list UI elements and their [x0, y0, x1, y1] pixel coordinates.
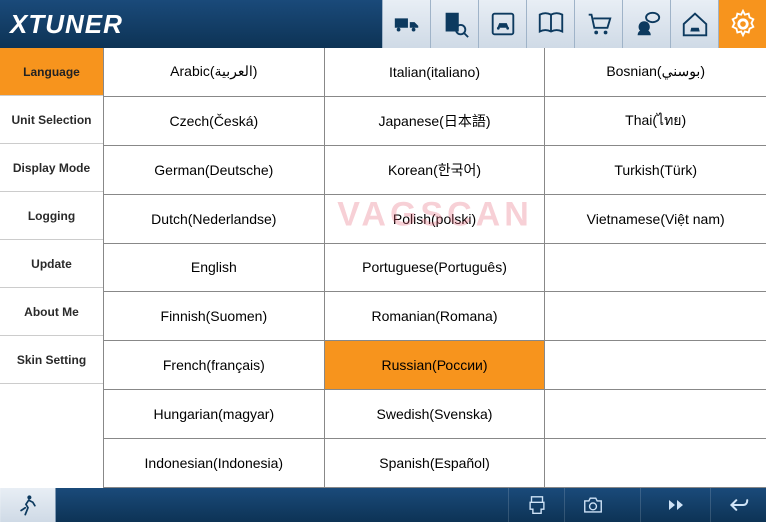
sidebar-item-language[interactable]: Language	[0, 48, 103, 96]
language-option[interactable]: Arabic(العربية)	[104, 48, 325, 97]
language-cell-empty	[545, 292, 766, 341]
footer-right	[508, 488, 766, 522]
language-option[interactable]: Hungarian(magyar)	[104, 390, 325, 439]
book-icon	[536, 9, 566, 39]
language-option[interactable]: Japanese(日本語)	[325, 97, 546, 146]
main-body: Language Unit Selection Display Mode Log…	[0, 48, 766, 488]
toolbar-truck[interactable]	[382, 0, 430, 48]
truck-icon	[392, 9, 422, 39]
footer-print-button[interactable]	[508, 488, 564, 522]
logo-text: XTUNER	[10, 9, 123, 40]
language-option[interactable]: Bosnian(بوسني)	[545, 48, 766, 97]
language-option[interactable]: Russian(России)	[325, 341, 546, 390]
cart-icon	[584, 9, 614, 39]
language-option[interactable]: Korean(한국어)	[325, 146, 546, 195]
sidebar: Language Unit Selection Display Mode Log…	[0, 48, 104, 488]
language-option[interactable]: Polish(polski)	[325, 195, 546, 244]
sidebar-item-unit-selection[interactable]: Unit Selection	[0, 96, 103, 144]
camera-icon	[581, 494, 605, 516]
footer-camera-button[interactable]	[564, 488, 620, 522]
sidebar-item-logging[interactable]: Logging	[0, 192, 103, 240]
header: XTUNER	[0, 0, 766, 48]
language-option[interactable]: Thai(ไทย)	[545, 97, 766, 146]
language-option[interactable]: Czech(Česká)	[104, 97, 325, 146]
language-option[interactable]: Italian(italiano)	[325, 48, 546, 97]
diag-search-icon	[440, 9, 470, 39]
language-cell-empty	[545, 439, 766, 488]
toolbar-home[interactable]	[670, 0, 718, 48]
feedback-icon	[632, 9, 662, 39]
language-cell-empty	[545, 244, 766, 293]
language-option[interactable]: Finnish(Suomen)	[104, 292, 325, 341]
app-logo: XTUNER	[10, 9, 123, 40]
toolbar-car-doc[interactable]	[478, 0, 526, 48]
language-option[interactable]: Dutch(Nederlandse)	[104, 195, 325, 244]
language-option[interactable]: Romanian(Romana)	[325, 292, 546, 341]
settings-icon	[728, 9, 758, 39]
language-option[interactable]: German(Deutsche)	[104, 146, 325, 195]
language-cell-empty	[545, 341, 766, 390]
run-icon	[16, 494, 40, 516]
footer-left	[0, 488, 56, 522]
home-icon	[680, 9, 710, 39]
footer-run-button[interactable]	[0, 488, 56, 522]
language-option[interactable]: Swedish(Svenska)	[325, 390, 546, 439]
language-option[interactable]: Spanish(Español)	[325, 439, 546, 488]
footer-back-button[interactable]	[710, 488, 766, 522]
language-option[interactable]: Portuguese(Português)	[325, 244, 546, 293]
car-doc-icon	[488, 9, 518, 39]
toolbar-diag-search[interactable]	[430, 0, 478, 48]
sidebar-item-display-mode[interactable]: Display Mode	[0, 144, 103, 192]
language-option[interactable]: Turkish(Türk)	[545, 146, 766, 195]
language-grid: Arabic(العربية)Italian(italiano)Bosnian(…	[104, 48, 766, 488]
sidebar-item-update[interactable]: Update	[0, 240, 103, 288]
back-icon	[727, 494, 751, 516]
toolbar-book[interactable]	[526, 0, 574, 48]
language-option[interactable]: French(français)	[104, 341, 325, 390]
sidebar-item-about-me[interactable]: About Me	[0, 288, 103, 336]
toolbar-cart[interactable]	[574, 0, 622, 48]
toolbar	[382, 0, 766, 48]
language-option[interactable]: Vietnamese(Việt nam)	[545, 195, 766, 244]
toolbar-feedback[interactable]	[622, 0, 670, 48]
language-option[interactable]: English	[104, 244, 325, 293]
sidebar-item-skin-setting[interactable]: Skin Setting	[0, 336, 103, 384]
language-cell-empty	[545, 390, 766, 439]
toolbar-settings[interactable]	[718, 0, 766, 48]
print-icon	[525, 494, 549, 516]
footer-separator	[620, 488, 640, 522]
language-option[interactable]: Indonesian(Indonesia)	[104, 439, 325, 488]
content-panel: VAGSCAN Arabic(العربية)Italian(italiano)…	[104, 48, 766, 488]
footer	[0, 488, 766, 522]
footer-forward-button[interactable]	[640, 488, 710, 522]
forward-icon	[664, 494, 688, 516]
